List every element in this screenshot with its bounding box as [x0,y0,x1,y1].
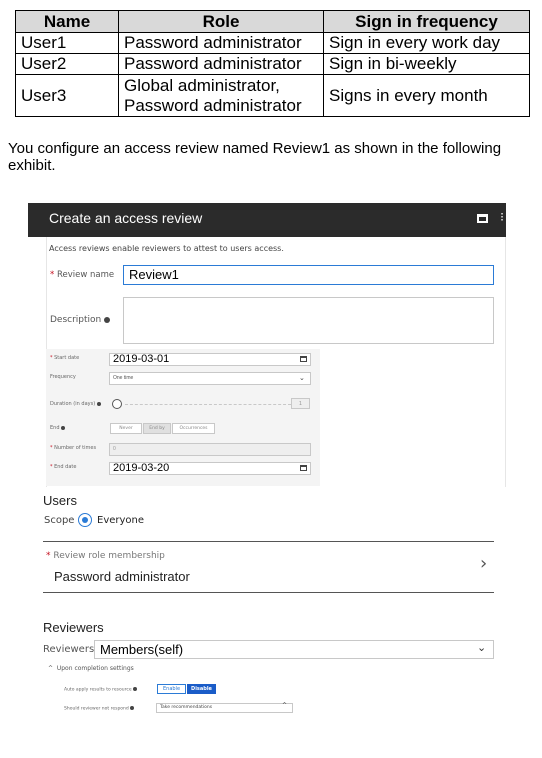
scope-label: Scope [44,515,75,526]
table-row: User2 Password administrator Sign in bi-… [15,53,530,75]
end-label-text: End [50,425,60,431]
cell-frequency: Signs in every month [323,74,530,117]
access-review-exhibit: Create an access review ⁝ Access reviews… [28,203,508,723]
start-date-label-text: Start date [54,355,80,361]
more-icon[interactable]: ⁝ [500,211,504,223]
duration-label-text: Duration (in days) [50,401,96,407]
end-date-input[interactable]: 2019-03-20 [109,462,311,475]
scope-everyone-radio[interactable] [78,513,92,527]
header-name: Name [15,10,119,33]
number-of-times-input[interactable]: 0 [109,443,311,456]
chevron-up-icon: ^ [282,702,288,709]
review-name-input[interactable]: Review1 [123,265,494,285]
cell-name: User1 [15,32,119,54]
auto-apply-label: Auto apply results to resource [64,687,138,693]
cell-name: User3 [15,74,119,117]
end-date-value: 2019-03-20 [113,462,170,474]
scope-value: Everyone [97,515,145,526]
number-of-times-label-text: Number of times [54,445,97,451]
auto-apply-disable-button[interactable]: Disable [187,684,216,694]
frequency-value: One time [113,375,134,381]
end-date-label: * End date [50,464,76,470]
info-icon [61,425,66,430]
header-role: Role [118,10,324,33]
cell-role: Global administrator, Password administr… [118,74,324,117]
intro-text: You configure an access review named Rev… [8,140,502,174]
chevron-down-icon: ⌄ [299,374,305,382]
info-icon [104,316,111,323]
description-input[interactable] [123,297,494,344]
info-icon [133,687,138,691]
duration-value: 1 [291,398,310,409]
divider [43,541,494,542]
auto-apply-enable-button[interactable]: Enable [157,684,186,694]
table-row: User1 Password administrator Sign in eve… [15,32,530,54]
info-icon [96,401,101,406]
cell-name: User2 [15,53,119,75]
end-option-occurrences[interactable]: Occurrences [172,423,215,434]
blade-title: Create an access review [49,210,203,226]
divider [43,592,494,593]
cell-role: Password administrator [118,53,324,75]
cell-role-line: Password administrator [124,95,302,115]
end-date-label-text: End date [54,464,77,470]
chevron-down-icon[interactable]: ⌄ [477,641,486,654]
user-role-table: Name Role Sign in frequency User1 Passwo… [15,10,530,117]
end-option-never[interactable]: Never [110,423,142,434]
info-icon [130,706,135,710]
review-name-label: * Review name [50,270,114,280]
cell-role: Password administrator [118,32,324,54]
role-membership-label: * Review role membership [46,551,165,561]
review-name-label-text: Review name [56,270,115,280]
calendar-icon[interactable] [300,465,307,471]
not-respond-select[interactable]: Take recommendations [156,703,293,713]
table-row: User3 Global administrator, Password adm… [15,74,530,117]
blade-header: Create an access review ⁝ [28,203,506,237]
cell-role-line: Global administrator, [124,75,280,95]
cell-frequency: Sign in bi-weekly [323,53,530,75]
completion-settings-toggle[interactable]: ^ Upon completion settings [48,665,134,672]
calendar-icon[interactable] [300,356,307,362]
not-respond-label-text: Should reviewer not respond [64,706,129,712]
end-label: End [50,425,66,431]
start-date-label: * Start date [50,355,79,361]
chevron-up-icon: ^ [48,665,54,672]
description-label: Description [50,315,111,325]
not-respond-label: Should reviewer not respond [64,706,135,712]
number-of-times-label: * Number of times [50,445,96,451]
header-frequency: Sign in frequency [323,10,530,33]
duration-label: Duration (in days) [50,401,101,407]
role-membership-value[interactable]: Password administrator [54,569,190,584]
role-membership-label-text: Review role membership [53,551,165,561]
reviewers-select[interactable]: Members(self) [94,640,494,659]
number-of-times-value: 0 [113,446,116,452]
table-header-row: Name Role Sign in frequency [15,10,530,33]
description-label-text: Description [50,315,102,325]
reviewers-heading: Reviewers [43,620,104,635]
end-option-end-by[interactable]: End by [143,423,171,434]
maximize-icon[interactable] [477,214,488,223]
reviewers-label: Reviewers [43,644,95,655]
auto-apply-label-text: Auto apply results to resource [64,687,132,693]
start-date-input[interactable]: 2019-03-01 [109,353,311,366]
duration-slider-handle[interactable] [112,399,122,409]
completion-settings-label: Upon completion settings [56,665,134,672]
frequency-label: Frequency [50,374,76,380]
users-heading: Users [43,493,77,508]
frequency-select[interactable]: One time [109,372,311,385]
blade-subtitle: Access reviews enable reviewers to attes… [49,244,284,253]
cell-frequency: Sign in every work day [323,32,530,54]
chevron-right-icon[interactable]: › [480,553,487,574]
start-date-value: 2019-03-01 [113,353,170,365]
duration-slider-track[interactable] [125,404,291,405]
required-marker: * [50,270,57,280]
